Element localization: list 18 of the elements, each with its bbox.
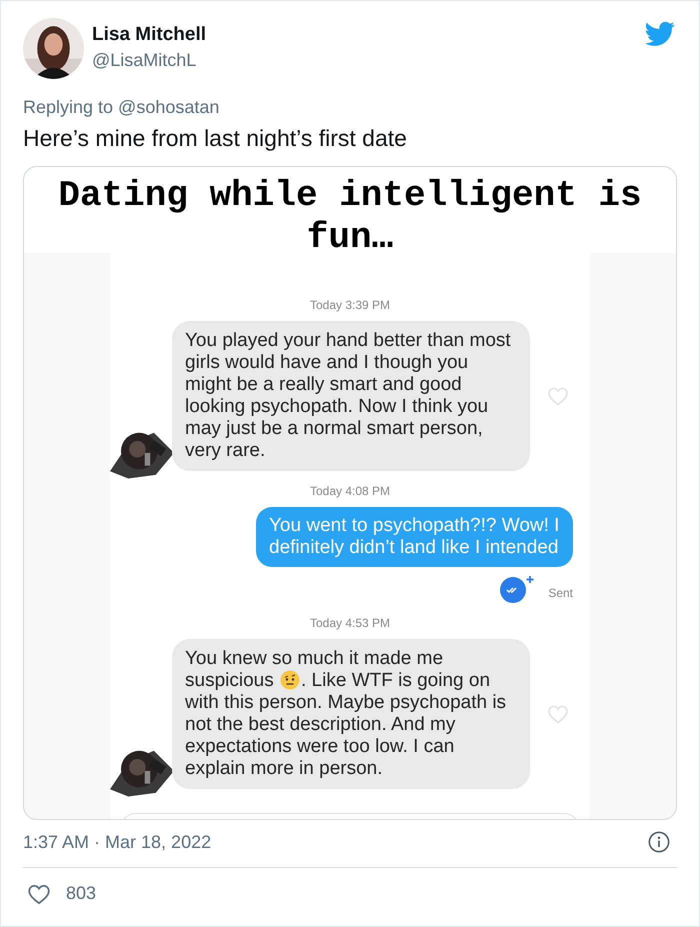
like-count: 803: [66, 882, 96, 905]
image-heading: Dating while intelligent is fun…: [57, 175, 643, 253]
author-handle[interactable]: @LisaMitchL: [92, 47, 206, 73]
message-text: You went to psychopath?!? Wow! I definitely didn’t land like I intended: [269, 515, 560, 558]
message-text: You knew so much it made me suspicious . Like WTF is going on with this person. Maybe psychopath is not the best description. And my expectations were too low. I can explain more in person.: [185, 648, 506, 779]
reply-context: Replying to @sohosatan: [23, 96, 220, 119]
message-timestamp: Today 4:08 PM: [310, 483, 390, 499]
read-receipt-icon: [500, 575, 534, 603]
tweet-timestamp[interactable]: 1:37 AM · Mar 18, 2022: [23, 828, 212, 856]
bird-logo-icon: [645, 21, 675, 47]
author-name[interactable]: Lisa Mitchell: [92, 23, 206, 47]
info-icon[interactable]: [648, 831, 670, 853]
message-text: You played your hand better than most girls would have and I though you might be a really smart and good looking psychopath. Now I think you may just be a normal smart person, very rare.: [185, 330, 511, 461]
tweet-text: Here’s mine from last night’s first date: [23, 124, 408, 153]
emoji-icon: [280, 670, 300, 690]
message-status: Sent: [548, 585, 573, 602]
message-timestamp: Today 4:53 PM: [310, 615, 390, 631]
message-timestamp: Today 3:39 PM: [310, 297, 390, 313]
